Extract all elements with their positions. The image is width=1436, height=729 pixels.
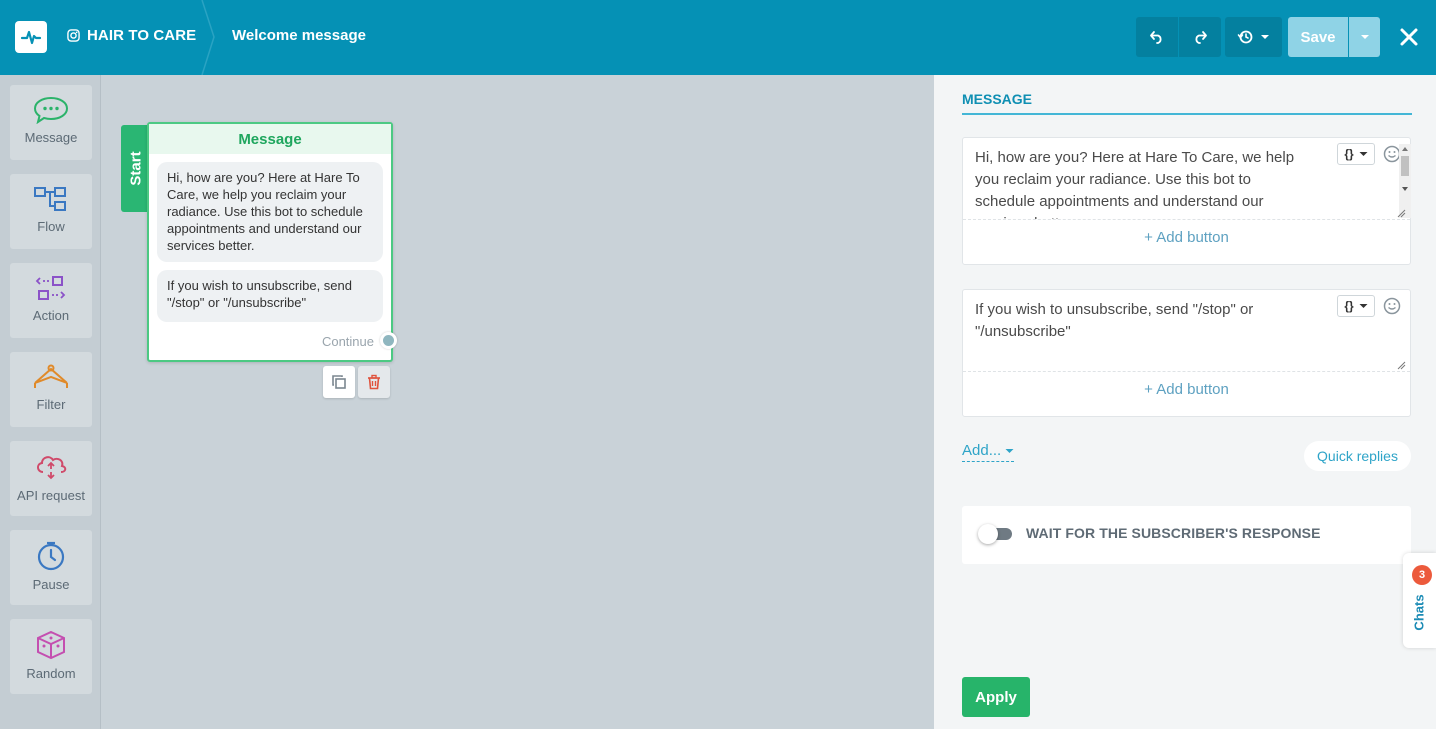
page-title: Welcome message	[232, 27, 366, 44]
toolbar-label: Flow	[37, 219, 65, 234]
node-message-bubble: Hi, how are you? Here at Hare To Care, w…	[157, 162, 383, 262]
toolbar-item-flow[interactable]: Flow	[10, 174, 92, 249]
wait-response-label: WAIT FOR THE SUBSCRIBER'S RESPONSE	[1026, 525, 1321, 541]
chevron-down-icon	[1359, 152, 1368, 156]
block-toolbar: Message Flow Action Filter API request P…	[0, 75, 101, 729]
save-button[interactable]: Save	[1288, 17, 1348, 57]
api-cloud-icon	[37, 456, 67, 480]
toolbar-item-filter[interactable]: Filter	[10, 352, 92, 427]
resize-handle-icon[interactable]	[1396, 208, 1406, 218]
history-dropdown-button[interactable]	[1225, 17, 1282, 57]
toolbar-label: Filter	[36, 397, 66, 412]
breadcrumb-separator	[201, 0, 215, 75]
duplicate-node-button[interactable]	[323, 366, 355, 398]
undo-button[interactable]	[1136, 17, 1178, 57]
close-icon	[1400, 28, 1418, 46]
chats-count-badge: 3	[1412, 565, 1432, 585]
pulse-icon	[20, 30, 42, 45]
start-label: Start	[127, 151, 145, 186]
toolbar-label: Pause	[32, 577, 70, 592]
chevron-down-icon	[1261, 35, 1269, 39]
app-logo[interactable]	[15, 21, 47, 53]
variable-label: {}	[1344, 299, 1354, 313]
message-editor-card: Hi, how are you? Here at Hare To Care, w…	[962, 137, 1411, 265]
toolbar-item-action[interactable]: Action	[10, 263, 92, 338]
flow-icon	[34, 187, 66, 211]
instagram-icon	[67, 29, 80, 42]
toolbar-label: Action	[32, 308, 70, 323]
chevron-down-icon	[1360, 35, 1369, 39]
apply-button[interactable]: Apply	[962, 677, 1030, 717]
history-icon	[1237, 30, 1253, 44]
resize-handle-icon[interactable]	[1396, 360, 1406, 370]
toolbar-item-message[interactable]: Message	[10, 85, 92, 160]
add-button-link[interactable]: + Add button	[963, 229, 1410, 246]
close-button[interactable]	[1396, 24, 1422, 50]
card-divider	[963, 371, 1410, 372]
message-node[interactable]: Message Hi, how are you? Here at Hare To…	[147, 122, 393, 362]
node-message-bubble: If you wish to unsubscribe, send "/stop"…	[157, 270, 383, 322]
redo-icon	[1195, 31, 1207, 44]
undo-icon	[1150, 31, 1162, 44]
insert-variable-button[interactable]: {}	[1337, 143, 1375, 165]
toolbar-label: API request	[17, 488, 85, 503]
add-menu-label: Add...	[962, 442, 1002, 459]
add-button-link[interactable]: + Add button	[963, 381, 1410, 398]
quick-replies-button[interactable]: Quick replies	[1304, 441, 1411, 471]
bot-name: HAIR TO CARE	[87, 27, 197, 44]
toolbar-label: Random	[26, 666, 76, 681]
toolbar-item-api-request[interactable]: API request	[10, 441, 92, 516]
filter-icon	[34, 364, 68, 388]
save-dropdown-button[interactable]	[1349, 17, 1380, 57]
message-editor-card: If you wish to unsubscribe, send "/stop"…	[962, 289, 1411, 417]
port-dot	[383, 335, 394, 346]
message-textarea[interactable]: Hi, how are you? Here at Hare To Care, w…	[975, 147, 1305, 219]
toolbar-item-random[interactable]: Random	[10, 619, 92, 694]
trash-icon	[368, 374, 380, 390]
node-title: Message	[149, 124, 391, 154]
delete-node-button[interactable]	[358, 366, 390, 398]
message-settings-panel: MESSAGE Hi, how are you? Here at Hare To…	[934, 75, 1436, 729]
message-textarea[interactable]: If you wish to unsubscribe, send "/stop"…	[975, 299, 1305, 371]
continue-connector-port[interactable]	[380, 332, 397, 349]
panel-title-underline	[962, 113, 1412, 115]
chevron-down-icon	[1359, 304, 1368, 308]
toggle-knob	[978, 524, 998, 544]
chevron-down-icon	[1005, 448, 1014, 453]
chats-label: Chats	[1411, 594, 1427, 631]
top-header: HAIR TO CARE Welcome message Save	[0, 0, 1436, 75]
action-icon	[35, 276, 66, 300]
chats-widget[interactable]: 3 Chats	[1403, 553, 1436, 648]
panel-title: MESSAGE	[962, 91, 1033, 107]
clock-icon	[37, 541, 65, 571]
emoji-icon[interactable]	[1383, 297, 1401, 315]
message-bubble-icon	[33, 96, 69, 124]
copy-icon	[332, 375, 346, 389]
add-content-dropdown[interactable]: Add...	[962, 442, 1015, 462]
toolbar-item-pause[interactable]: Pause	[10, 530, 92, 605]
bot-name-breadcrumb[interactable]: HAIR TO CARE	[67, 27, 196, 44]
textarea-scrollbar[interactable]	[1399, 144, 1411, 218]
continue-label: Continue	[321, 334, 374, 349]
toolbar-label: Message	[24, 130, 78, 145]
card-divider	[963, 219, 1410, 220]
wait-response-card: WAIT FOR THE SUBSCRIBER'S RESPONSE	[962, 506, 1411, 564]
variable-label: {}	[1344, 147, 1354, 161]
insert-variable-button[interactable]: {}	[1337, 295, 1375, 317]
redo-button[interactable]	[1179, 17, 1221, 57]
wait-response-toggle[interactable]	[978, 524, 1016, 544]
dice-icon	[37, 630, 65, 660]
